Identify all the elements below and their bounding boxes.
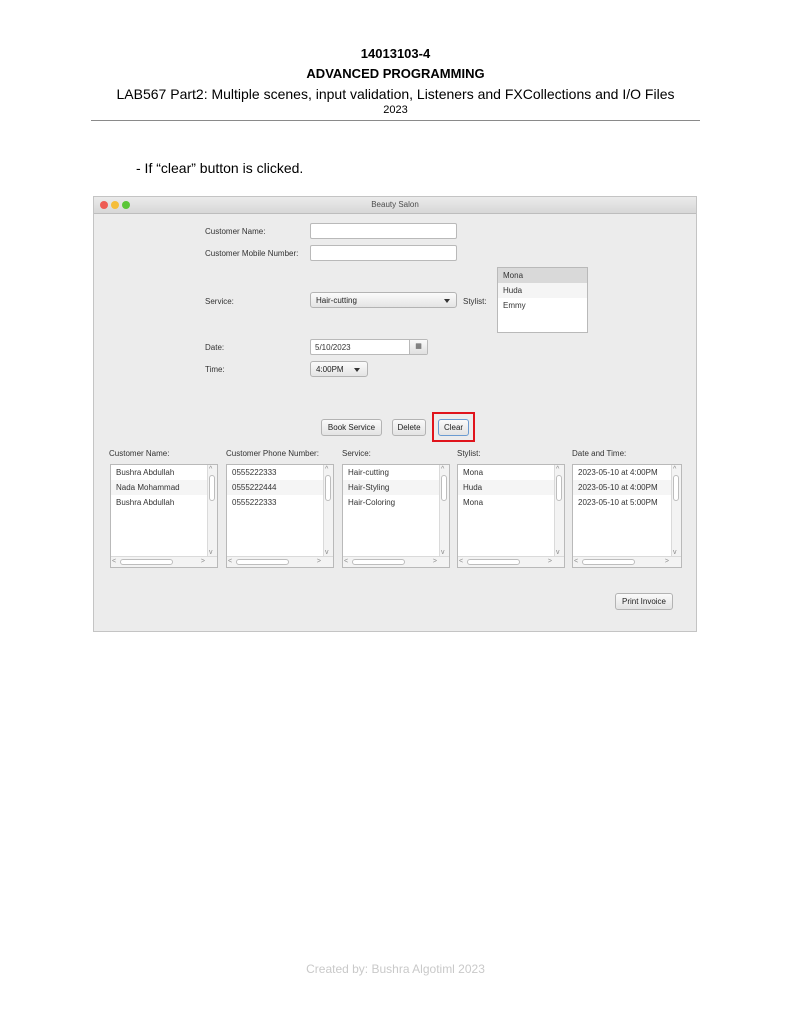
list-item[interactable]: Mona bbox=[458, 465, 564, 480]
customer-name-label: Customer Name: bbox=[205, 227, 266, 236]
lab-title: LAB567 Part2: Multiple scenes, input val… bbox=[116, 86, 675, 102]
book-service-button[interactable]: Book Service bbox=[321, 419, 382, 436]
customer-name-listview[interactable]: Bushra Abdullah Nada Mohammad Bushra Abd… bbox=[110, 464, 218, 568]
list-item[interactable]: Bushra Abdullah bbox=[111, 495, 217, 510]
stylist-listview[interactable]: Mona Huda Emmy bbox=[497, 267, 588, 333]
list-item[interactable]: Huda bbox=[458, 480, 564, 495]
print-invoice-button[interactable]: Print Invoice bbox=[615, 593, 673, 610]
list-item[interactable]: 2023-05-10 at 4:00PM bbox=[573, 465, 681, 480]
header-customer-phone: Customer Phone Number: bbox=[226, 449, 319, 458]
header-date-time: Date and Time: bbox=[572, 449, 627, 458]
list-item[interactable]: 0555222333 bbox=[227, 495, 333, 510]
list-item[interactable]: 2023-05-10 at 5:00PM bbox=[573, 495, 681, 510]
date-time-listview[interactable]: 2023-05-10 at 4:00PM 2023-05-10 at 4:00P… bbox=[572, 464, 682, 568]
vertical-scrollbar[interactable]: ^ v bbox=[671, 465, 681, 557]
date-value: 5/10/2023 bbox=[315, 343, 351, 352]
horizontal-scrollbar[interactable]: < > bbox=[573, 556, 681, 567]
header-stylist: Stylist: bbox=[457, 449, 481, 458]
list-item[interactable]: 2023-05-10 at 4:00PM bbox=[573, 480, 681, 495]
time-selected: 4:00PM bbox=[316, 365, 344, 374]
course-name: ADVANCED PROGRAMMING bbox=[306, 66, 485, 81]
horizontal-scrollbar[interactable]: < > bbox=[227, 556, 333, 567]
stylist-item[interactable]: Mona bbox=[498, 268, 587, 283]
header-service: Service: bbox=[342, 449, 371, 458]
list-item[interactable]: 0555222333 bbox=[227, 465, 333, 480]
beauty-salon-window: Beauty Salon Customer Name: Customer Mob… bbox=[93, 196, 697, 632]
list-item[interactable]: Bushra Abdullah bbox=[111, 465, 217, 480]
list-item[interactable]: Mona bbox=[458, 495, 564, 510]
mobile-label: Customer Mobile Number: bbox=[205, 249, 299, 258]
customer-phone-listview[interactable]: 0555222333 0555222444 0555222333 ^ v < > bbox=[226, 464, 334, 568]
horizontal-scrollbar[interactable]: < > bbox=[458, 556, 564, 567]
course-code: 14013103-4 bbox=[360, 46, 431, 61]
year: 2023 bbox=[383, 104, 408, 116]
date-picker[interactable]: 5/10/2023 ▦ bbox=[310, 339, 428, 355]
stylist-item[interactable]: Huda bbox=[498, 283, 587, 298]
chevron-down-icon bbox=[444, 299, 450, 303]
service-listview[interactable]: Hair-cutting Hair-Styling Hair-Coloring … bbox=[342, 464, 450, 568]
list-item[interactable]: 0555222444 bbox=[227, 480, 333, 495]
stylist-label: Stylist: bbox=[463, 297, 487, 306]
delete-button[interactable]: Delete bbox=[392, 419, 426, 436]
vertical-scrollbar[interactable]: ^ v bbox=[323, 465, 333, 557]
header-divider bbox=[91, 120, 700, 121]
mobile-input[interactable] bbox=[310, 245, 457, 261]
service-combobox[interactable]: Hair-cutting bbox=[310, 292, 457, 308]
chevron-down-icon bbox=[354, 368, 360, 372]
customer-name-input[interactable] bbox=[310, 223, 457, 239]
title-bar[interactable]: Beauty Salon bbox=[94, 197, 696, 214]
list-item[interactable]: Hair-cutting bbox=[343, 465, 449, 480]
service-label: Service: bbox=[205, 297, 234, 306]
vertical-scrollbar[interactable]: ^ v bbox=[207, 465, 217, 557]
footer-credit: Created by: Bushra Algotiml 2023 bbox=[306, 962, 485, 976]
clear-button-highlight bbox=[432, 412, 475, 442]
horizontal-scrollbar[interactable]: < > bbox=[343, 556, 449, 567]
horizontal-scrollbar[interactable]: < > bbox=[111, 556, 217, 567]
list-item[interactable]: Nada Mohammad bbox=[111, 480, 217, 495]
window-title: Beauty Salon bbox=[371, 200, 419, 209]
vertical-scrollbar[interactable]: ^ v bbox=[439, 465, 449, 557]
vertical-scrollbar[interactable]: ^ v bbox=[554, 465, 564, 557]
date-label: Date: bbox=[205, 343, 225, 352]
calendar-icon[interactable]: ▦ bbox=[409, 340, 427, 354]
stylist-item[interactable]: Emmy bbox=[498, 298, 587, 313]
service-selected: Hair-cutting bbox=[316, 296, 357, 305]
list-item[interactable]: Hair-Coloring bbox=[343, 495, 449, 510]
list-item[interactable]: Hair-Styling bbox=[343, 480, 449, 495]
stylist-result-listview[interactable]: Mona Huda Mona ^ v < > bbox=[457, 464, 565, 568]
header-customer-name: Customer Name: bbox=[109, 449, 170, 458]
time-label: Time: bbox=[205, 365, 225, 374]
instruction-note: - If “clear” button is clicked. bbox=[136, 160, 304, 176]
time-combobox[interactable]: 4:00PM bbox=[310, 361, 368, 377]
